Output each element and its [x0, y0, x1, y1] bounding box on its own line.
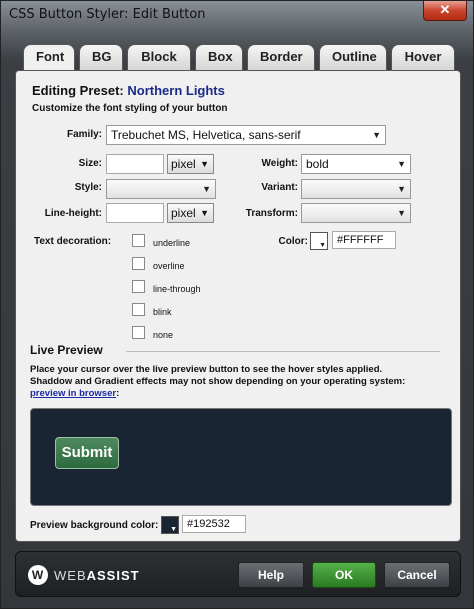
preset-name: Northern Lights — [127, 83, 225, 98]
logo-text-web: WEB — [54, 567, 87, 583]
none-checkbox[interactable] — [132, 326, 145, 339]
chevron-down-icon: ▼ — [397, 208, 406, 218]
close-icon: ✕ — [439, 2, 451, 17]
tab-bar: Font BG Block Box Border Outline Hover — [23, 44, 455, 70]
chevron-down-icon: ▼ — [397, 184, 406, 194]
chevron-down-icon: ▼ — [200, 208, 209, 218]
weight-select[interactable]: bold ▼ — [301, 154, 411, 174]
font-panel: Editing Preset: Northern Lights Customiz… — [15, 70, 461, 542]
underline-checkbox[interactable] — [132, 234, 145, 247]
weight-value: bold — [306, 157, 329, 171]
chevron-down-icon: ▼ — [200, 159, 209, 169]
overline-label: overline — [153, 261, 185, 271]
preset-heading: Editing Preset: Northern Lights — [32, 83, 225, 98]
preview-note-effects: Shaddow and Gradient effects may not sho… — [30, 376, 406, 387]
variant-select[interactable]: ▼ — [301, 179, 411, 199]
preview-bg-value-input[interactable]: #192532 — [182, 515, 246, 533]
tab-hover[interactable]: Hover — [391, 44, 455, 70]
live-preview-heading: Live Preview — [30, 343, 103, 357]
title-bar: CSS Button Styler: Edit Button ✕ — [1, 1, 474, 31]
preview-bg-label: Preview background color: — [30, 520, 159, 531]
chevron-down-icon: ▼ — [372, 130, 381, 140]
line-height-unit-value: pixel — [171, 206, 196, 220]
tab-border[interactable]: Border — [247, 44, 315, 70]
tab-box[interactable]: Box — [195, 44, 243, 70]
color-value-input[interactable]: #FFFFFF — [332, 231, 396, 249]
size-input[interactable] — [106, 154, 164, 174]
text-decoration-label: Text decoration: — [34, 236, 112, 247]
webassist-logo-icon: W — [28, 565, 48, 585]
none-label: none — [153, 330, 174, 340]
line-height-input[interactable] — [106, 203, 164, 223]
blink-checkbox[interactable] — [132, 303, 145, 316]
size-label: Size: — [78, 158, 102, 169]
tab-outline[interactable]: Outline — [319, 44, 387, 70]
color-label: Color: — [278, 236, 308, 247]
size-unit-value: pixel — [171, 157, 196, 171]
underline-label: underline — [153, 238, 191, 248]
submit-preview-button[interactable]: Submit — [55, 437, 119, 469]
style-select[interactable]: ▼ — [106, 179, 216, 199]
line-through-checkbox[interactable] — [132, 280, 145, 293]
weight-label: Weight: — [261, 158, 298, 169]
tab-bg[interactable]: BG — [79, 44, 123, 70]
family-label: Family: — [66, 129, 102, 140]
preview-area: Submit — [30, 408, 452, 506]
preview-note-hover: Place your cursor over the live preview … — [30, 364, 383, 375]
family-select[interactable]: Trebuchet MS, Helvetica, sans-serif ▼ — [106, 125, 386, 145]
blink-label: blink — [153, 307, 172, 317]
chevron-down-icon: ▼ — [319, 242, 326, 249]
tab-block[interactable]: Block — [127, 44, 191, 70]
variant-label: Variant: — [261, 182, 298, 193]
line-height-label: Line-height: — [44, 208, 102, 219]
chevron-down-icon: ▼ — [397, 159, 406, 169]
close-button[interactable]: ✕ — [423, 1, 467, 21]
style-label: Style: — [74, 182, 102, 193]
preview-in-browser-link[interactable]: preview in browser — [30, 388, 116, 399]
overline-checkbox[interactable] — [132, 257, 145, 270]
window-title: CSS Button Styler: Edit Button — [9, 7, 206, 22]
link-colon: : — [116, 388, 120, 399]
section-divider — [126, 351, 440, 352]
chevron-down-icon: ▼ — [170, 526, 177, 533]
logo-text-assist: ASSIST — [86, 567, 140, 583]
preview-bg-swatch[interactable]: ▼ — [161, 516, 179, 534]
family-value: Trebuchet MS, Helvetica, sans-serif — [111, 128, 301, 142]
color-swatch[interactable]: ▼ — [310, 232, 328, 250]
cancel-button[interactable]: Cancel — [384, 562, 450, 588]
panel-subtitle: Customize the font styling of your butto… — [32, 103, 228, 114]
dialog-window: CSS Button Styler: Edit Button ✕ Font BG… — [0, 0, 474, 609]
line-height-unit-select[interactable]: pixel ▼ — [167, 203, 214, 223]
webassist-logo: W WEB ASSIST — [28, 564, 140, 586]
transform-label: Transform: — [245, 208, 298, 219]
ok-button[interactable]: OK — [312, 562, 376, 588]
chevron-down-icon: ▼ — [202, 184, 211, 194]
help-button[interactable]: Help — [238, 562, 304, 588]
preset-label: Editing Preset: — [32, 83, 124, 98]
size-unit-select[interactable]: pixel ▼ — [167, 154, 214, 174]
tab-font[interactable]: Font — [23, 44, 75, 70]
footer-bar: W WEB ASSIST Help OK Cancel — [15, 551, 461, 597]
transform-select[interactable]: ▼ — [301, 203, 411, 223]
line-through-label: line-through — [153, 284, 201, 294]
